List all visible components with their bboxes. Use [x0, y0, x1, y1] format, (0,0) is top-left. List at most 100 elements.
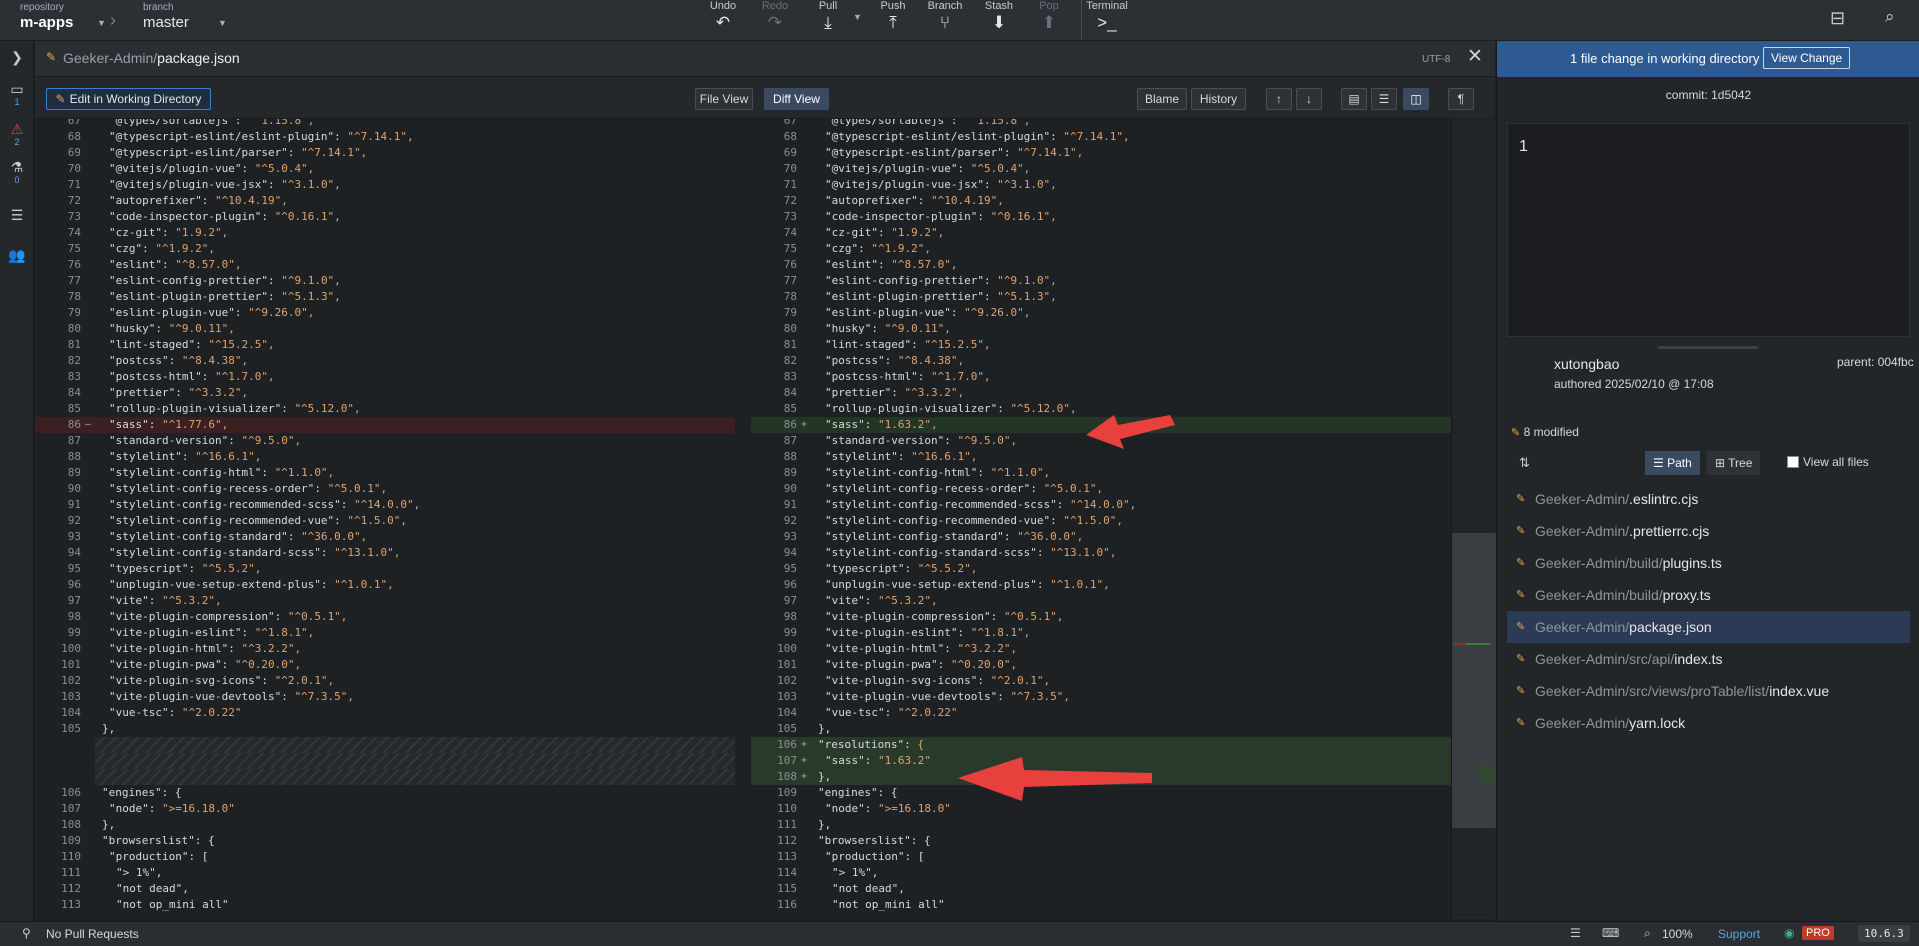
split-view-icon[interactable]: ◫	[1403, 88, 1429, 110]
history-button[interactable]: History	[1191, 88, 1246, 110]
separator: :	[334, 130, 348, 143]
working-directory-icon[interactable]: ▭ 1	[0, 81, 34, 107]
search-icon[interactable]: ⌕	[1885, 7, 1895, 27]
branch-button[interactable]: Branch ⑂	[924, 0, 966, 40]
separator: :	[1030, 482, 1044, 495]
diff-line: 113 "production": [	[751, 849, 1451, 865]
json-value: "^1.8.1",	[254, 626, 315, 639]
team-icon[interactable]: 👥	[0, 247, 34, 264]
line-number: 90	[783, 482, 797, 495]
file-list-item[interactable]: ✎ Geeker-Admin/build/plugins.ts	[1507, 547, 1910, 579]
checkbox-icon[interactable]	[1787, 456, 1799, 468]
branch-dropdown-icon[interactable]: ▼	[218, 18, 227, 28]
json-key: "postcss"	[825, 354, 885, 367]
separator: :	[161, 258, 176, 271]
diff-line: 112 "browserslist": {	[751, 833, 1451, 849]
diff-line: 110 "node": ">=16.18.0"	[751, 801, 1451, 817]
whitespace-icon[interactable]: ¶	[1448, 88, 1474, 110]
line-number: 68	[67, 130, 81, 143]
close-icon[interactable]: ✕	[1467, 45, 1483, 68]
undo-button[interactable]: Undo ↶	[702, 0, 744, 40]
json-key: "unplugin-vue-setup-extend-plus"	[825, 578, 1037, 591]
json-key: "postcss-html"	[825, 370, 918, 383]
file-dir: Geeker-Admin/	[1535, 491, 1630, 507]
line-number: 91	[67, 498, 81, 511]
tests-icon[interactable]: ⚗ 0	[0, 159, 34, 185]
commit-message-box[interactable]: 1	[1507, 123, 1910, 337]
code-text: "postcss-html": "^1.7.0",	[825, 369, 991, 385]
repository-selector[interactable]: repository m-apps	[20, 2, 73, 31]
resize-handle[interactable]	[1658, 346, 1758, 349]
json-value: "^16.6.1",	[195, 450, 262, 463]
pull-options-icon[interactable]: ▼	[853, 12, 862, 22]
repository-dropdown-icon[interactable]: ▼	[97, 18, 106, 28]
inline-view-icon[interactable]: ☰	[1371, 88, 1397, 110]
separator: :	[320, 578, 335, 591]
file-list-item[interactable]: ✎ Geeker-Admin/.prettierrc.cjs	[1507, 515, 1910, 547]
minimap-addition	[1466, 643, 1490, 645]
diff-spacer	[95, 737, 735, 753]
pull-requests-status[interactable]: No Pull Requests	[46, 927, 139, 941]
hunk-view-icon[interactable]: ▤	[1341, 88, 1367, 110]
file-list-item[interactable]: ✎ Geeker-Admin/src/views/proTable/list/in…	[1507, 675, 1910, 707]
expand-icon[interactable]: ❯	[0, 49, 34, 66]
arrow-up-icon[interactable]: ↑	[1266, 88, 1292, 110]
commit-sha[interactable]: commit: 1d5042	[1497, 88, 1919, 102]
view-all-files-checkbox[interactable]: View all files	[1787, 455, 1869, 469]
json-key: "stylelint"	[825, 450, 898, 463]
terminal-button[interactable]: Terminal >_	[1084, 0, 1130, 40]
file-name: plugins.ts	[1662, 555, 1722, 571]
separator: :	[161, 226, 176, 239]
json-key: "node":	[109, 802, 156, 815]
keyboard-icon[interactable]: ⌨	[1602, 926, 1619, 940]
pop-label: Pop	[1039, 0, 1059, 12]
zoom-level[interactable]: 100%	[1662, 927, 1693, 941]
diff-minimap[interactable]	[1451, 119, 1496, 919]
line-number: 89	[67, 466, 81, 479]
arrow-down-icon[interactable]: ↓	[1296, 88, 1322, 110]
line-number: 103	[61, 690, 81, 703]
stash-button[interactable]: Stash ⬇	[978, 0, 1020, 40]
diff-line: 92 "stylelint-config-recommended-vue": "^…	[751, 513, 1451, 529]
diff-view-button[interactable]: Diff View	[764, 88, 829, 110]
minimap-viewport[interactable]	[1452, 533, 1496, 828]
json-key: "sass":	[825, 754, 872, 767]
parent-sha[interactable]: parent: 004fbc	[1837, 355, 1914, 369]
support-link[interactable]: Support	[1718, 927, 1760, 941]
edit-in-working-directory-button[interactable]: ✎ Edit in Working Directory	[46, 88, 211, 110]
push-button[interactable]: Push ⤒	[872, 0, 914, 40]
json-key: "standard-version"	[109, 434, 229, 447]
view-change-button[interactable]: View Change	[1763, 47, 1851, 69]
diff-line: 84 "prettier": "^3.3.2",	[751, 385, 1451, 401]
file-list-item[interactable]: ✎ Geeker-Admin/.eslintrc.cjs	[1507, 483, 1910, 515]
list-icon[interactable]: ☰	[0, 207, 34, 224]
json-key: "vite"	[109, 594, 149, 607]
code-text: "sass": "1.63.2"	[825, 753, 931, 769]
line-number: 80	[783, 322, 797, 335]
encoding-label[interactable]: UTF-8	[1422, 54, 1450, 65]
layout-toggle-icon[interactable]: ⊟	[1830, 8, 1845, 29]
pull-button[interactable]: Pull ⤓	[807, 0, 849, 40]
repository-name: m-apps	[20, 14, 74, 31]
file-list-item[interactable]: ✎ Geeker-Admin/src/api/index.ts	[1507, 643, 1910, 675]
banner-text: 1 file change in working directory	[1570, 51, 1760, 66]
file-list-item[interactable]: ✎ Geeker-Admin/yarn.lock	[1507, 707, 1910, 739]
diff-line: 106 + "resolutions": {	[751, 737, 1451, 753]
problems-icon[interactable]: ⚠ 2	[0, 121, 34, 147]
list-icon[interactable]: ☰	[1570, 926, 1581, 940]
diff-line: 91 "stylelint-config-recommended-scss": "…	[35, 497, 735, 513]
tree-view-tab[interactable]: ⊞ Tree	[1707, 451, 1761, 475]
pop-button[interactable]: Pop ⬆	[1028, 0, 1070, 40]
redo-button[interactable]: Redo ↷	[754, 0, 796, 40]
json-value: {	[207, 834, 215, 847]
pro-badge[interactable]: PRO	[1802, 926, 1834, 940]
blame-button[interactable]: Blame	[1137, 88, 1187, 110]
path-view-tab[interactable]: ☰ Path	[1645, 451, 1700, 475]
file-view-button[interactable]: File View	[695, 88, 753, 110]
branch-selector[interactable]: branch master	[143, 2, 189, 31]
sort-icon[interactable]: ⇅	[1519, 455, 1530, 471]
file-list-item[interactable]: ✎ Geeker-Admin/package.json	[1507, 611, 1910, 643]
undo-label: Undo	[709, 0, 737, 12]
file-list-item[interactable]: ✎ Geeker-Admin/build/proxy.ts	[1507, 579, 1910, 611]
tree-tab-label: Tree	[1728, 456, 1753, 470]
